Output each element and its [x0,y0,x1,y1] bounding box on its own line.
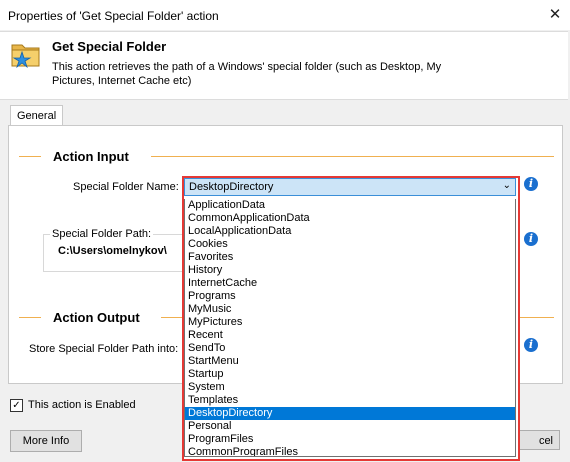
dropdown-option[interactable]: CommonApplicationData [185,212,515,225]
action-header: Get Special Folder This action retrieves… [0,31,568,100]
more-info-button[interactable]: More Info [10,430,82,452]
dropdown-option[interactable]: History [185,264,515,277]
dropdown-option[interactable]: MyPictures [185,316,515,329]
window-title: Properties of 'Get Special Folder' actio… [8,9,219,23]
dropdown-option[interactable]: Cookies [185,238,515,251]
dropdown-option[interactable]: Personal [185,420,515,433]
tab-general[interactable]: General [10,105,64,126]
header-description: This action retrieves the path of a Wind… [52,61,442,87]
dropdown-option[interactable]: Programs [185,290,515,303]
section-divider [19,317,41,318]
info-icon[interactable]: i [524,338,538,352]
dropdown-option[interactable]: StartMenu [185,355,515,368]
dropdown-option[interactable]: ProgramFiles [185,433,515,446]
dropdown-option[interactable]: MyMusic [185,303,515,316]
special-folder-path-group: Special Folder Path: C:\Users\omelnykov\ [43,228,195,272]
section-divider [19,156,41,157]
enabled-label: This action is Enabled [28,399,136,411]
dropdown-option[interactable]: Favorites [185,251,515,264]
dropdown-option[interactable]: CommonProgramFiles [185,446,515,456]
action-input-heading: Action Input [53,149,129,164]
info-icon[interactable]: i [524,177,538,191]
dropdown-option[interactable]: SendTo [185,342,515,355]
dropdown-option[interactable]: Recent [185,329,515,342]
special-folder-path-value: C:\Users\omelnykov\ [58,245,167,257]
action-output-heading: Action Output [53,310,140,325]
chevron-down-icon[interactable]: ⌄ [503,180,511,191]
special-folder-path-label: Special Folder Path: [50,228,154,240]
dropdown-option[interactable]: LocalApplicationData [185,225,515,238]
enabled-checkbox[interactable]: ✓ [10,399,23,412]
dropdown-option[interactable]: System [185,381,515,394]
special-folder-name-value: DesktopDirectory [189,181,274,193]
section-divider [151,156,554,157]
dropdown-option[interactable]: Templates [185,394,515,407]
folder-star-icon [11,44,40,69]
dropdown-option[interactable]: DesktopDirectory [185,407,515,420]
dropdown-option[interactable]: Startup [185,368,515,381]
store-into-label: Store Special Folder Path into: [29,343,179,355]
dropdown-option[interactable]: InternetCache [185,277,515,290]
special-folder-options-list[interactable]: ApplicationData CommonApplicationData Loca… [184,199,516,457]
header-title: Get Special Folder [52,39,167,54]
special-folder-dropdown[interactable]: DesktopDirectory ⌄ ApplicationData Common… [182,176,520,461]
special-folder-combobox[interactable]: DesktopDirectory ⌄ [184,178,516,196]
special-folder-name-label: Special Folder Name: [73,181,179,193]
title-bar: Properties of 'Get Special Folder' actio… [0,0,570,30]
info-icon[interactable]: i [524,232,538,246]
dropdown-option[interactable]: ApplicationData [185,199,515,212]
close-icon[interactable]: ✕ [540,0,570,30]
